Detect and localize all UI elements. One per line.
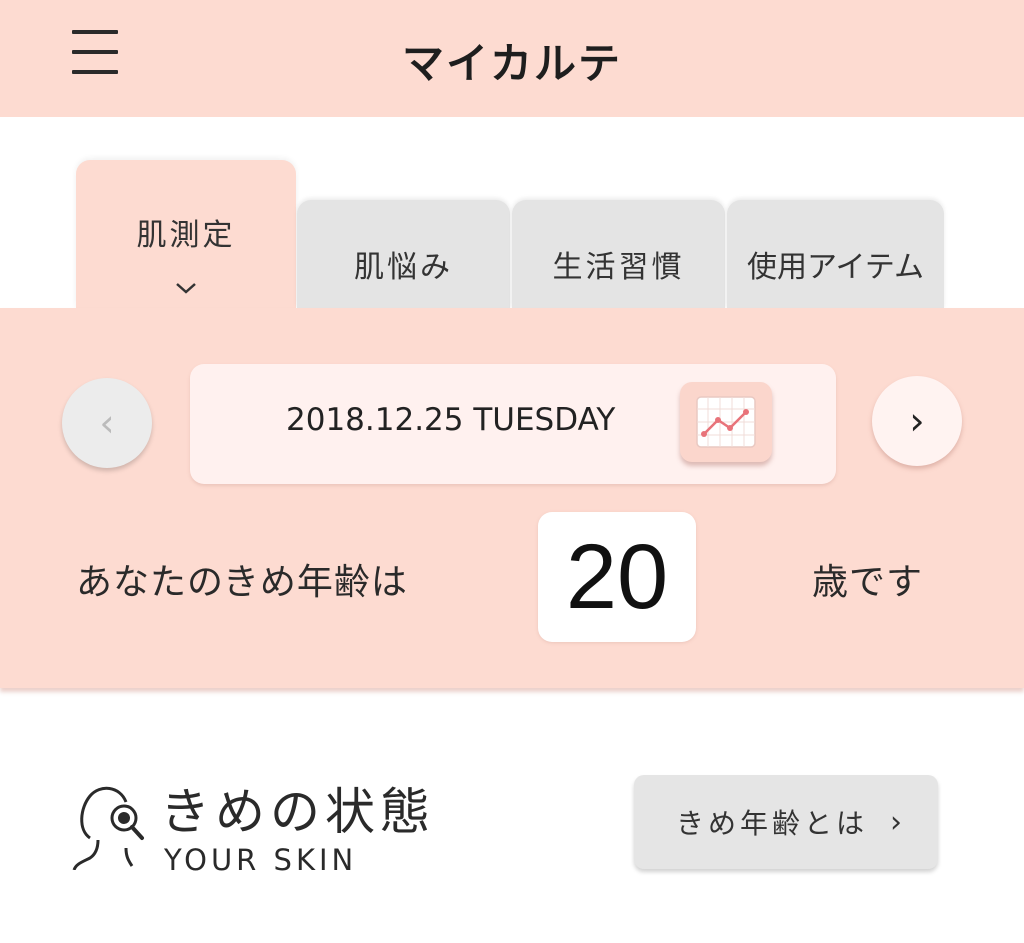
chevron-down-icon <box>176 283 196 294</box>
graph-button[interactable] <box>680 382 772 462</box>
tab-skin-concerns[interactable]: 肌悩み <box>297 200 510 310</box>
date-display: 2018.12.25 TUESDAY <box>190 364 836 484</box>
tab-label: 肌悩み <box>354 250 453 285</box>
page-title: マイカルテ <box>401 39 622 88</box>
age-suffix-text: 歳です <box>812 562 924 603</box>
age-prefix-text: あなたのきめ年齢は <box>76 562 408 603</box>
section-subtitle: YOUR SKIN <box>164 843 358 877</box>
date-text: 2018.12.25 TUESDAY <box>286 402 616 438</box>
section-title: きめの状態 <box>160 783 435 841</box>
tab-skin-measurement[interactable]: 肌測定 <box>76 160 296 310</box>
tab-label: 肌測定 <box>136 218 236 253</box>
kime-age-value: 20 <box>538 512 696 642</box>
next-date-button[interactable]: › <box>872 376 962 466</box>
tab-label: 生活習慣 <box>552 250 685 285</box>
face-magnifier-icon <box>72 786 144 870</box>
prev-date-button[interactable]: ‹ <box>62 378 152 468</box>
chevron-left-icon: ‹ <box>99 401 115 445</box>
app-header: マイカルテ <box>0 0 1024 117</box>
tab-label: 使用アイテム <box>747 250 924 285</box>
about-kime-age-button[interactable]: きめ年齢とは › <box>634 775 938 869</box>
line-graph-icon <box>696 396 756 448</box>
chevron-right-icon: › <box>909 399 925 443</box>
about-button-label: きめ年齢とは <box>676 807 869 840</box>
tab-used-items[interactable]: 使用アイテム <box>727 200 944 310</box>
tab-lifestyle[interactable]: 生活習慣 <box>512 200 725 310</box>
chevron-right-icon: › <box>890 804 906 840</box>
